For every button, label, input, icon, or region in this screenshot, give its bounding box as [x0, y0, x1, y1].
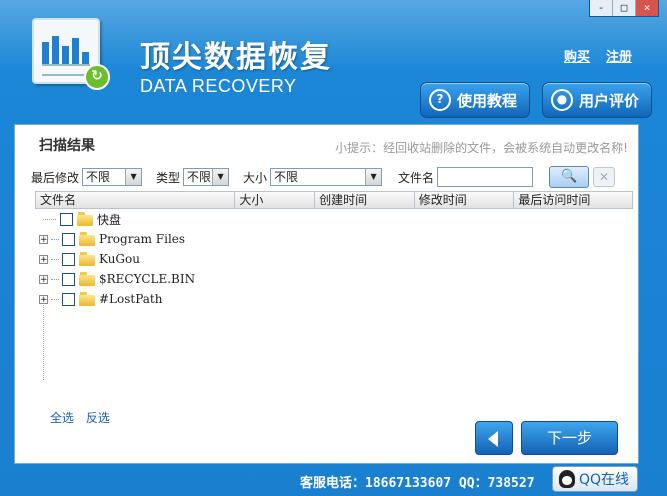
app-window: - □ × ↻ 顶尖数据恢复 DATA RECOVERY 购买 注册 ? 使用教…	[0, 0, 667, 496]
tree-item-kugou[interactable]: + KuGou	[35, 249, 633, 269]
qq-online-label: QQ在线	[579, 472, 630, 488]
minimize-button[interactable]: -	[590, 0, 612, 16]
filename-input[interactable]	[437, 167, 534, 187]
review-button[interactable]: ● 用户评价	[542, 82, 652, 118]
checkbox[interactable]	[62, 232, 75, 246]
size-filter-select[interactable]: 不限 ▼	[270, 168, 383, 186]
tree-connector-line	[43, 300, 44, 380]
app-subtitle: DATA RECOVERY	[140, 76, 297, 96]
qq-online-button[interactable]: QQ在线	[552, 466, 638, 492]
column-header-accessed[interactable]: 最后访问时间	[514, 192, 632, 208]
expand-icon[interactable]: +	[39, 294, 48, 304]
tree-item-kuaipan[interactable]: 快盘	[35, 209, 633, 229]
filter-bar: 最后修改 不限 ▼ 类型 不限 ▼ 大小 不限 ▼ 文件名 🔍 ✕	[31, 166, 616, 188]
column-header-created[interactable]: 创建时间	[315, 192, 415, 208]
tree-item-lostpath[interactable]: + #LostPath	[35, 289, 633, 309]
table-header: 文件名 大小 创建时间 修改时间 最后访问时间	[35, 191, 633, 209]
close-icon: ✕	[599, 170, 610, 184]
close-button[interactable]: ×	[635, 0, 658, 16]
qq-penguin-icon	[559, 470, 575, 488]
tree-item-label: $RECYCLE.BIN	[99, 272, 196, 286]
tree-item-recycle-bin[interactable]: + $RECYCLE.BIN	[35, 269, 633, 289]
expand-icon[interactable]: +	[39, 274, 48, 284]
type-filter-label: 类型	[156, 170, 181, 185]
tree-item-program-files[interactable]: + Program Files	[35, 229, 633, 249]
modified-filter-select[interactable]: 不限 ▼	[82, 168, 143, 186]
back-arrow-icon	[488, 431, 498, 447]
tutorial-button[interactable]: ? 使用教程	[420, 82, 530, 118]
tree-item-label: #LostPath	[99, 292, 163, 306]
filename-label: 文件名	[398, 170, 435, 185]
register-link[interactable]: 注册	[606, 46, 632, 65]
back-button[interactable]	[475, 421, 513, 455]
checkbox[interactable]	[62, 272, 75, 286]
folder-icon	[79, 252, 95, 266]
buy-link[interactable]: 购买	[564, 46, 590, 65]
contact-info: 客服电话：18667133607 QQ：738527	[300, 476, 535, 491]
folder-icon	[79, 292, 95, 306]
invert-select-link[interactable]: 反选	[86, 411, 110, 425]
maximize-button[interactable]: □	[612, 0, 635, 16]
review-button-label: 用户评价	[579, 91, 640, 110]
tree-item-label: Program Files	[99, 232, 186, 246]
checkbox[interactable]	[62, 292, 75, 306]
tree-item-label: KuGou	[99, 252, 140, 266]
tree-item-label: 快盘	[97, 212, 122, 227]
modified-filter-label: 最后修改	[31, 170, 80, 185]
checkbox[interactable]	[62, 252, 75, 266]
folder-icon	[77, 212, 93, 226]
user-icon: ●	[551, 89, 573, 111]
type-filter-select[interactable]: 不限 ▼	[183, 168, 230, 186]
panel-title: 扫描结果	[39, 138, 95, 154]
app-logo: ↻	[26, 14, 110, 90]
chevron-down-icon: ▼	[125, 169, 142, 185]
search-icon: 🔍	[560, 169, 578, 184]
tutorial-button-label: 使用教程	[457, 91, 518, 110]
chevron-down-icon: ▼	[212, 169, 229, 185]
recovery-arrow-icon: ↻	[84, 64, 110, 90]
app-title: 顶尖数据恢复	[140, 40, 332, 75]
column-header-filename[interactable]: 文件名	[36, 192, 236, 208]
column-header-size[interactable]: 大小	[235, 192, 316, 208]
folder-icon	[79, 272, 95, 286]
tip-text: 小提示：经回收站删除的文件，会被系统自动更改名称!	[335, 141, 628, 155]
column-header-modified[interactable]: 修改时间	[415, 192, 515, 208]
window-controls: - □ ×	[589, 0, 659, 17]
clear-button[interactable]: ✕	[593, 167, 616, 187]
question-icon: ?	[429, 89, 451, 111]
checkbox[interactable]	[60, 212, 73, 226]
file-tree: 快盘 + Program Files + KuGou + $RECYCLE.BI…	[35, 209, 633, 380]
expand-icon[interactable]: +	[39, 254, 48, 264]
folder-icon	[79, 232, 95, 246]
select-all-link[interactable]: 全选	[50, 411, 74, 425]
expand-icon[interactable]: +	[39, 234, 48, 244]
size-filter-label: 大小	[243, 170, 268, 185]
next-button[interactable]: 下一步	[521, 421, 618, 455]
selection-links: 全选 反选	[50, 409, 118, 426]
search-button[interactable]: 🔍	[549, 166, 590, 188]
chevron-down-icon: ▼	[365, 169, 382, 185]
